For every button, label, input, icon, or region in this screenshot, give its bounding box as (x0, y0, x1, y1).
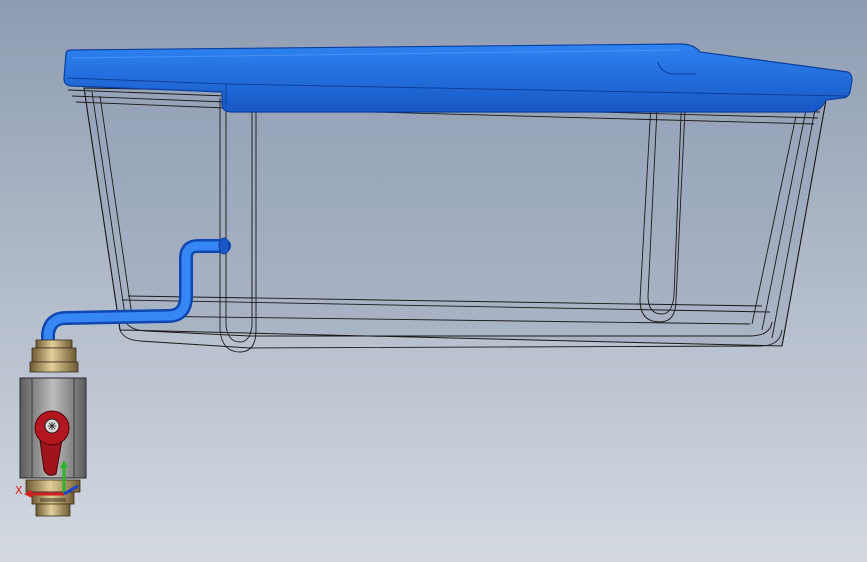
model-scene[interactable] (0, 0, 867, 562)
graphics-viewport[interactable]: X (0, 0, 867, 562)
ball-valve[interactable] (19, 339, 87, 517)
triad-x-label: X (15, 484, 23, 497)
top-nut (35, 339, 73, 349)
